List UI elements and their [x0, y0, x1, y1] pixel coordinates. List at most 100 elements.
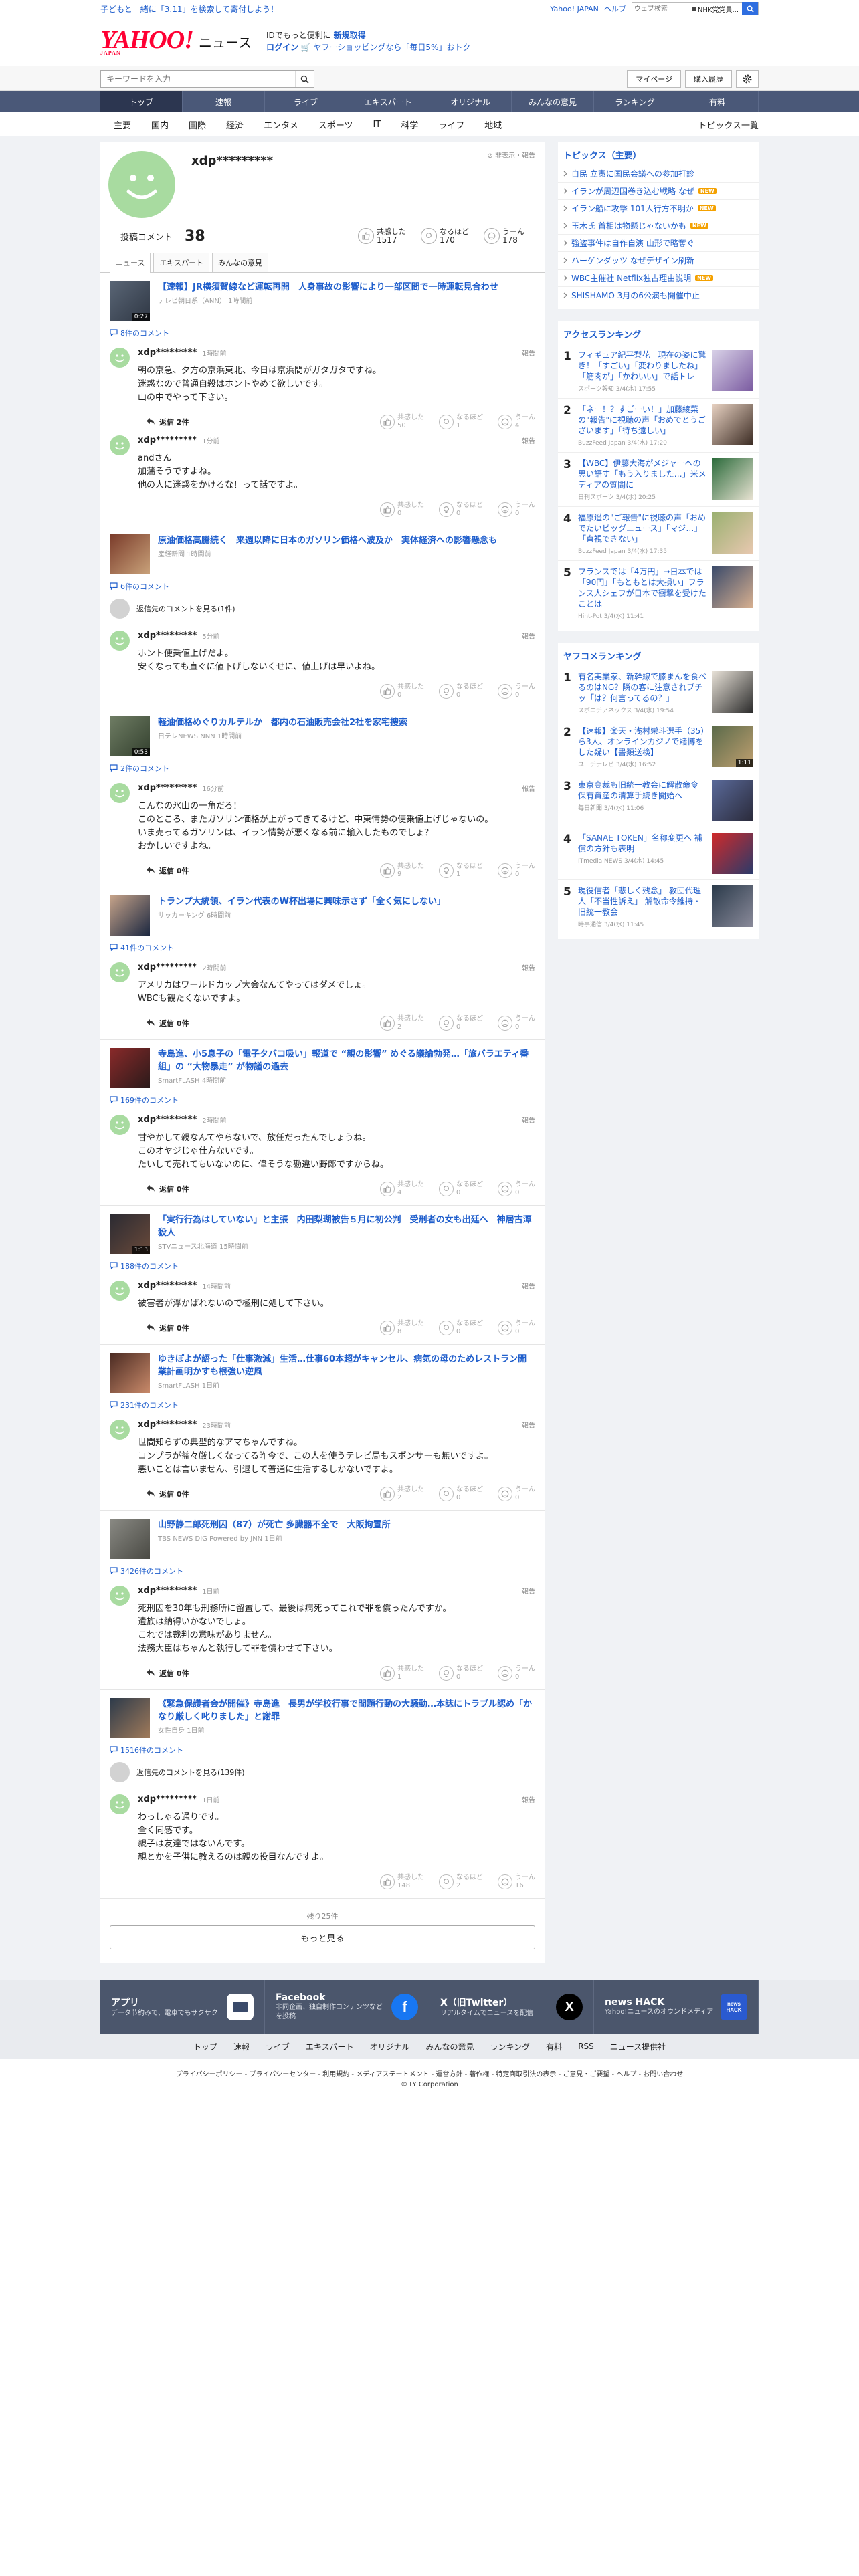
reaction-like[interactable]: 共感した 9	[380, 863, 424, 879]
reaction-bulb[interactable]: なるほど 0	[439, 502, 483, 518]
reply-button[interactable]: 返信 0件	[146, 1018, 189, 1029]
report-link[interactable]: 報告	[522, 631, 535, 641]
reaction-like[interactable]: 共感した 0	[380, 683, 424, 700]
category-0[interactable]: 主要	[114, 118, 131, 131]
login-link[interactable]: ログイン	[266, 43, 298, 52]
parent-comment-link[interactable]: 返信先のコメントを見る(139件)	[110, 1759, 535, 1789]
report-link[interactable]: 報告	[522, 1794, 535, 1804]
reaction-bulb[interactable]: なるほど 0	[439, 1665, 483, 1681]
footer-app-3[interactable]: news HACK Yahoo!ニュースのオウンドメディア news HACK	[594, 1980, 759, 2034]
reply-button[interactable]: 返信 0件	[146, 1668, 189, 1679]
yahoo-news-logo[interactable]: YAHOO! JAPAN ニュース	[100, 27, 252, 56]
hide-report-link[interactable]: ⊘ 非表示・報告	[487, 150, 535, 160]
category-1[interactable]: 国内	[151, 118, 169, 131]
settings-button[interactable]	[736, 70, 759, 88]
reaction-bulb[interactable]: なるほど 0	[439, 683, 483, 700]
nav-tab-0[interactable]: トップ	[100, 91, 183, 112]
reaction-bulb[interactable]: なるほど 0	[439, 1486, 483, 1502]
reaction-like[interactable]: 共感した 2	[380, 1015, 424, 1031]
report-link[interactable]: 報告	[522, 348, 535, 358]
comment-count-link[interactable]: 3426件のコメント	[110, 1566, 535, 1576]
report-link[interactable]: 報告	[522, 1420, 535, 1430]
footer-link[interactable]: RSS	[578, 2042, 594, 2051]
topic-item[interactable]: WBC主催社 Netflix独占理由説明 NEW	[558, 269, 759, 286]
web-search-button[interactable]	[742, 2, 758, 15]
topic-item[interactable]: 自民 立憲に国民会議への参加打診	[558, 165, 759, 182]
reaction-like[interactable]: 共感した 8	[380, 1320, 424, 1336]
comment-count-link[interactable]: 41件のコメント	[110, 942, 535, 953]
footer-link[interactable]: ニュース提供社	[610, 2041, 666, 2052]
article-thumbnail[interactable]	[110, 1353, 150, 1393]
promo-link[interactable]: 子どもと一緒に「3.11」を検索して寄付しよう！	[100, 3, 278, 15]
profile-tab-2[interactable]: みんなの意見	[212, 253, 269, 272]
article-title[interactable]: ゆきぽよが語った「仕事激減」生活…仕事60本超がキャンセル、病気の母のためレスト…	[158, 1354, 527, 1377]
topic-item[interactable]: 強盗事件は自作自演 山形で略奪ぐ	[558, 234, 759, 251]
reply-button[interactable]: 返信 0件	[146, 1323, 189, 1333]
category-6[interactable]: IT	[373, 120, 381, 130]
profile-tab-1[interactable]: エキスパート	[153, 253, 210, 272]
reply-button[interactable]: 返信 0件	[146, 1489, 189, 1499]
comment-count-link[interactable]: 1516件のコメント	[110, 1745, 535, 1755]
article-thumbnail[interactable]	[110, 1519, 150, 1559]
keyword-search-button[interactable]	[295, 71, 314, 87]
reaction-bulb[interactable]: なるほど 1	[439, 414, 483, 430]
history-button[interactable]: 購入履歴	[685, 70, 732, 88]
reaction-like[interactable]: 共感した 50	[380, 414, 424, 430]
article-title[interactable]: 《緊急保護者会が開催》寺島進 長男が学校行事で問題行動の大騒動…本誌にトラブル認…	[158, 1699, 532, 1722]
reaction-like[interactable]: 共感した 1	[380, 1665, 424, 1681]
reaction-bulb[interactable]: なるほど 1	[439, 863, 483, 879]
reaction-hmm[interactable]: うーん 0	[498, 1665, 535, 1681]
reply-button[interactable]: 返信 0件	[146, 865, 189, 876]
reaction-hmm[interactable]: うーん 0	[498, 502, 535, 518]
category-5[interactable]: スポーツ	[318, 118, 353, 131]
article-thumbnail[interactable]: 0:53	[110, 716, 150, 756]
category-9[interactable]: 地域	[484, 118, 502, 131]
footer-link[interactable]: 有料	[546, 2041, 562, 2052]
reaction-like[interactable]: 共感した 0	[380, 502, 424, 518]
article-title[interactable]: 「実行行為はしていない」と主張 内田梨瑚被告５月に初公判 受刑者の女も出廷へ 神…	[158, 1215, 532, 1238]
reaction-hmm[interactable]: うーん 4	[498, 414, 535, 430]
article-thumbnail[interactable]	[110, 1048, 150, 1088]
article-title[interactable]: 【速報】JR横須賀線など運転再開 人身事故の影響により一部区間で一時運転見合わせ	[158, 282, 498, 292]
nav-tab-6[interactable]: ランキング	[594, 91, 676, 112]
footer-link[interactable]: オリジナル	[370, 2041, 410, 2052]
topic-item[interactable]: イラン船に攻撃 101人行方不明か NEW	[558, 199, 759, 217]
shopping-link[interactable]: ヤフーショッピングなら「毎日5%」おトク	[314, 43, 471, 52]
footer-link[interactable]: 速報	[233, 2041, 250, 2052]
article-thumbnail[interactable]	[110, 895, 150, 936]
topics-list-link[interactable]: トピックス一覧	[698, 118, 759, 131]
footer-link[interactable]: ランキング	[490, 2041, 531, 2052]
topic-item[interactable]: ハーゲンダッツ なぜデザイン刷新	[558, 251, 759, 269]
reaction-bulb[interactable]: なるほど 0	[439, 1181, 483, 1197]
nav-tab-1[interactable]: 速報	[183, 91, 265, 112]
ranking-item[interactable]: 2 「ネー！？すごーい！」加藤綾菜の"報告"に視聴の声「おめでとうございます」「待…	[558, 398, 759, 452]
reaction-bulb[interactable]: なるほど 2	[439, 1874, 483, 1890]
article-title[interactable]: 原油価格高騰続く 来週以降に日本のガソリン価格へ波及か 実体経済への影響懸念も	[158, 536, 497, 546]
reaction-hmm[interactable]: うーん 16	[498, 1874, 535, 1890]
article-title[interactable]: 寺島進、小5息子の「電子タバコ吸い」報道で “親の影響” めぐる議論勃発…「旅バ…	[158, 1049, 529, 1072]
ranking-item[interactable]: 5 現役信者「悲しく残念」 教団代理人「不当性訴え」 解散命令維持・旧統一教会 時事…	[558, 879, 759, 934]
load-more-button[interactable]: もっと見る	[110, 1925, 535, 1949]
report-link[interactable]: 報告	[522, 1115, 535, 1125]
parent-comment-link[interactable]: 返信先のコメントを見る(1件)	[110, 596, 535, 625]
reaction-hmm[interactable]: うーん 0	[498, 863, 535, 879]
ranking-item[interactable]: 4 福原遥の"ご報告"に視聴の声「おめでたいビッグニュース」「マジ…」「直視できな…	[558, 506, 759, 560]
category-4[interactable]: エンタメ	[264, 118, 298, 131]
reaction-hmm[interactable]: うーん 0	[498, 1320, 535, 1336]
comment-count-link[interactable]: 8件のコメント	[110, 328, 535, 338]
reply-button[interactable]: 返信 0件	[146, 1184, 189, 1194]
comment-count-link[interactable]: 231件のコメント	[110, 1400, 535, 1410]
reply-button[interactable]: 返信 2件	[146, 417, 189, 427]
reaction-like[interactable]: 共感した 148	[380, 1874, 424, 1890]
article-title[interactable]: 軽油価格めぐりカルテルか 都内の石油販売会社2社を家宅捜索	[158, 718, 407, 728]
footer-app-0[interactable]: アプリ データ节約みで、電車でもサクサク	[100, 1980, 265, 2034]
article-title[interactable]: 山野静二郎死刑囚（87）が死亡 多臓器不全で 大阪拘置所	[158, 1520, 391, 1530]
report-link[interactable]: 報告	[522, 1586, 535, 1596]
reaction-bulb[interactable]: なるほど 0	[439, 1320, 483, 1336]
ranking-item[interactable]: 4 「SANAE TOKEN」名称変更へ 補償の方針も表明 ITmedia NEWS…	[558, 827, 759, 879]
legal-links[interactable]: プライバシーポリシー - プライバシーセンター - 利用規約 - メディアステー…	[0, 2059, 859, 2081]
register-link[interactable]: 新規取得	[334, 31, 366, 40]
ranking-item[interactable]: 1 フィギュア紀平梨花 現在の姿に驚き！「すごい」「変わりましたね」「筋肉が」「か…	[558, 344, 759, 398]
report-link[interactable]: 報告	[522, 783, 535, 793]
nav-tab-4[interactable]: オリジナル	[430, 91, 512, 112]
